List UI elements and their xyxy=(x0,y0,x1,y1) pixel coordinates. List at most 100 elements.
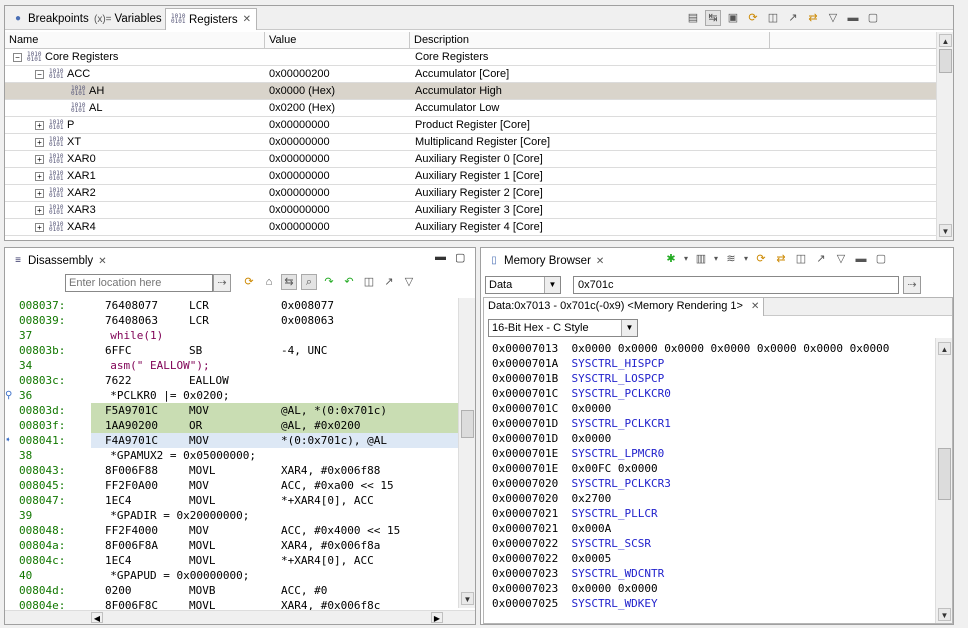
register-row[interactable]: +1010 0101 P 0x00000000 Product Register [Co… xyxy=(5,117,937,134)
expand-icon[interactable]: + xyxy=(35,188,44,198)
expand-icon[interactable]: + xyxy=(35,222,44,232)
register-row[interactable]: +1010 0101 XT 0x00000000 Multiplicand Regist… xyxy=(5,134,937,151)
register-row[interactable]: +1010 0101 XAR3 0x00000000 Auxiliary Registe… xyxy=(5,202,937,219)
register-value[interactable]: 0x0000 (Hex) xyxy=(269,83,335,99)
memory-line[interactable]: 0x0000701C 0x0000 xyxy=(492,401,611,416)
memory-value[interactable]: 0x2700 xyxy=(571,492,611,505)
memory-line[interactable]: 0x00007021 0x000A xyxy=(492,521,611,536)
memory-line[interactable]: 0x0000701C SYSCTRL_PCLKCR0 xyxy=(492,386,671,401)
source-line[interactable]: 38 *GPAMUX2 = 0x05000000; xyxy=(5,448,458,463)
tab-variables[interactable]: (x)= Variables xyxy=(89,8,167,30)
source-line[interactable]: 39 *GPADIR = 0x20000000; xyxy=(5,508,458,523)
pin-icon[interactable]: ↗ xyxy=(785,10,801,26)
register-value[interactable]: 0x00000000 xyxy=(269,134,330,150)
close-icon[interactable]: ✕ xyxy=(98,256,106,267)
location-input[interactable] xyxy=(65,274,213,292)
disassembly-line[interactable]: 00804d: 0200 MOVB ACC, #0 xyxy=(5,583,458,598)
column-header-description[interactable]: Description xyxy=(410,32,770,48)
minimize-icon[interactable]: ▬ xyxy=(435,251,446,263)
source-line[interactable]: 34 asm(" EALLOW"); xyxy=(5,358,458,373)
column-header-name[interactable]: Name xyxy=(5,32,265,48)
register-row[interactable]: +1010 0101 XAR1 0x00000000 Auxiliary Registe… xyxy=(5,168,937,185)
disassembly-line[interactable]: 008043: 8F006F88 MOVL XAR4, #0x006f88 xyxy=(5,463,458,478)
memory-value[interactable]: 0x0000 xyxy=(571,402,611,415)
memory-value[interactable]: 0x0005 xyxy=(571,552,611,565)
register-row[interactable]: 1010 0101 AL 0x0200 (Hex) Accumulator Low xyxy=(5,100,937,117)
memory-value[interactable]: 0x0000 xyxy=(571,432,611,445)
disassembly-line[interactable]: 00803c: 7622 EALLOW xyxy=(5,373,458,388)
source-line[interactable]: ⚲ 36 *PCLKR0 |= 0x0200; xyxy=(5,388,458,403)
close-icon[interactable]: ✕ xyxy=(751,301,759,312)
sync-icon[interactable]: ⇄ xyxy=(773,251,789,267)
collapse-icon[interactable]: − xyxy=(35,69,44,79)
registers-scrollbar[interactable]: ▲ ▼ xyxy=(936,32,953,240)
memory-line[interactable]: 0x00007013 0x0000 0x0000 0x0000 0x0000 0… xyxy=(492,341,889,356)
memory-line[interactable]: 0x00007023 SYSCTRL_WDCNTR xyxy=(492,566,664,581)
register-row[interactable]: +1010 0101 XAR2 0x00000000 Auxiliary Registe… xyxy=(5,185,937,202)
memory-line[interactable]: 0x0000701D SYSCTRL_PCLKCR1 xyxy=(492,416,671,431)
refresh-icon[interactable]: ⟳ xyxy=(753,251,769,267)
show-source-icon[interactable]: ⌕ xyxy=(301,274,317,290)
view-menu-icon[interactable]: ▽ xyxy=(825,10,841,26)
register-value[interactable]: 0x00000000 xyxy=(269,219,330,235)
new-view-icon[interactable]: ◫ xyxy=(793,251,809,267)
memory-line[interactable]: 0x0000701B SYSCTRL_LOSPCP xyxy=(492,371,664,386)
memory-address-input[interactable]: 0x701c xyxy=(573,276,899,294)
maximize-icon[interactable]: ▢ xyxy=(873,251,889,267)
scroll-thumb[interactable] xyxy=(939,49,952,73)
memory-line[interactable]: 0x0000701E 0x00FC 0x0000 xyxy=(492,461,658,476)
source-line[interactable]: 37 while(1) xyxy=(5,328,458,343)
sync-icon[interactable]: ⇄ xyxy=(805,10,821,26)
memory-line[interactable]: 0x00007023 0x0000 0x0000 xyxy=(492,581,658,596)
save-memory-icon[interactable]: ▥ xyxy=(693,251,709,267)
tab-breakpoints[interactable]: ● Breakpoints xyxy=(7,8,94,30)
memory-value[interactable]: 0x0000 0x0000 xyxy=(571,582,657,595)
memory-line[interactable]: 0x00007025 SYSCTRL_WDKEY xyxy=(492,596,658,611)
scroll-down-icon[interactable]: ▼ xyxy=(939,224,952,237)
expand-icon[interactable]: + xyxy=(35,154,44,164)
disassembly-line[interactable]: 00803f: 1AA90200 OR @AL, #0x0200 xyxy=(19,418,458,433)
disassembly-line[interactable]: 00803b: 6FFC SB -4, UNC xyxy=(5,343,458,358)
scroll-right-icon[interactable]: ▶ xyxy=(431,612,443,623)
disassembly-line[interactable]: 008047: 1EC4 MOVL *+XAR4[0], ACC xyxy=(5,493,458,508)
register-value[interactable]: 0x00000000 xyxy=(269,117,330,133)
memory-map-icon[interactable]: ≋ xyxy=(723,251,739,267)
close-icon[interactable]: ✕ xyxy=(243,14,251,25)
step-return-icon[interactable]: ↶ xyxy=(341,274,357,290)
memory-value[interactable]: 0x000A xyxy=(571,522,611,535)
register-value[interactable]: 0x0200 (Hex) xyxy=(269,100,335,116)
register-row[interactable]: +1010 0101 XAR4 0x00000000 Auxiliary Registe… xyxy=(5,219,937,236)
step-over-icon[interactable]: ↷ xyxy=(321,274,337,290)
scroll-thumb[interactable] xyxy=(938,448,951,500)
memory-line[interactable]: 0x0000701D 0x0000 xyxy=(492,431,611,446)
show-type-icon[interactable]: ↹ xyxy=(705,10,721,26)
link-icon[interactable]: ⇆ xyxy=(281,274,297,290)
pin-icon[interactable]: ↗ xyxy=(381,274,397,290)
memory-line[interactable]: 0x00007020 0x2700 xyxy=(492,491,611,506)
view-menu-icon[interactable]: ▽ xyxy=(401,274,417,290)
disassembly-line[interactable]: 008037: 76408077 LCR 0x008077 xyxy=(5,298,458,313)
maximize-icon[interactable]: ▢ xyxy=(865,10,881,26)
column-header-value[interactable]: Value xyxy=(265,32,410,48)
dropdown-icon[interactable]: ▾ xyxy=(713,251,719,267)
dropdown-icon[interactable]: ▾ xyxy=(683,251,689,267)
minimize-icon[interactable]: ▬ xyxy=(845,10,861,26)
close-icon[interactable]: ✕ xyxy=(596,256,604,267)
register-row[interactable]: +1010 0101 XAR0 0x00000000 Auxiliary Registe… xyxy=(5,151,937,168)
scroll-left-icon[interactable]: ◀ xyxy=(91,612,103,623)
expand-icon[interactable]: + xyxy=(35,171,44,181)
refresh-icon[interactable]: ⟳ xyxy=(745,10,761,26)
format-select[interactable]: 16-Bit Hex - C Style ▼ xyxy=(488,319,638,337)
disassembly-line[interactable]: 008039: 76408063 LCR 0x008063 xyxy=(5,313,458,328)
tab-registers[interactable]: 1010 0101 Registers ✕ xyxy=(165,8,257,30)
scroll-up-icon[interactable]: ▲ xyxy=(939,34,952,47)
memory-value[interactable]: 0x0000 0x0000 0x0000 0x0000 0x0000 0x000… xyxy=(571,342,889,355)
home-icon[interactable]: ⌂ xyxy=(261,274,277,290)
go-icon[interactable]: ⇢ xyxy=(213,274,231,292)
expand-icon[interactable]: + xyxy=(35,120,44,130)
expand-icon[interactable]: + xyxy=(35,137,44,147)
go-icon[interactable]: ⇢ xyxy=(903,276,921,294)
memory-value[interactable]: 0x00FC 0x0000 xyxy=(571,462,657,475)
memory-line[interactable]: 0x0000701A SYSCTRL_HISPCP xyxy=(492,356,664,371)
register-row[interactable]: −1010 0101 Core Registers Core Registers xyxy=(5,49,937,66)
